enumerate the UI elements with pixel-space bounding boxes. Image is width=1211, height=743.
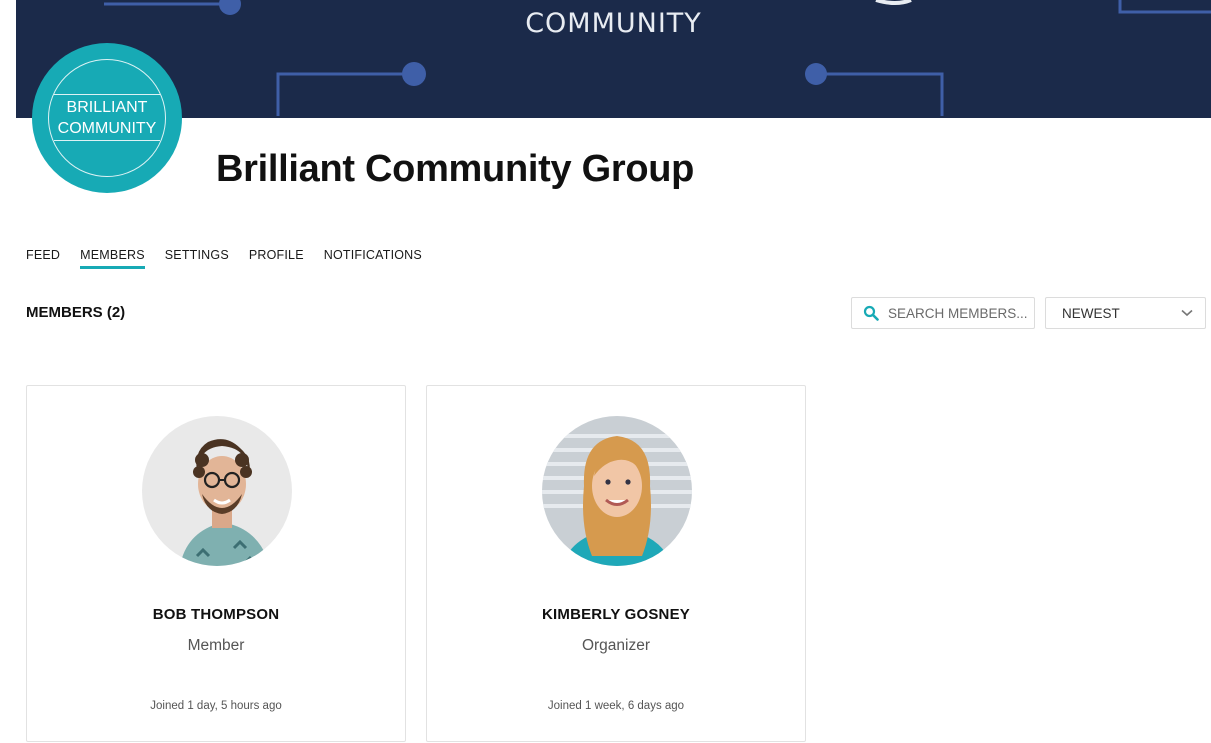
member-card[interactable]: BOB THOMPSON Member Joined 1 day, 5 hour… — [26, 385, 406, 742]
avatar[interactable] — [542, 416, 692, 566]
member-name[interactable]: BOB THOMPSON — [27, 606, 405, 623]
logo-text: BRILLIANT COMMUNITY — [32, 97, 182, 139]
tab-settings[interactable]: SETTINGS — [165, 248, 229, 269]
member-role: Organizer — [581, 637, 651, 654]
sort-selected-value: NEWEST — [1062, 305, 1120, 321]
logo-text-line2: COMMUNITY — [57, 120, 157, 137]
logo-text-line1: BRILLIANT — [66, 99, 148, 116]
banner-text: COMMUNITY — [525, 8, 702, 39]
logo-divider-top — [54, 94, 160, 95]
member-name[interactable]: KIMBERLY GOSNEY — [427, 606, 805, 623]
cover-banner: COMMUNITY — [16, 0, 1211, 118]
member-role: Member — [187, 637, 245, 654]
tab-members[interactable]: MEMBERS — [80, 248, 145, 269]
search-members-box[interactable] — [851, 297, 1035, 329]
tab-profile[interactable]: PROFILE — [249, 248, 304, 269]
search-members-input[interactable] — [888, 305, 1028, 321]
avatar[interactable] — [142, 416, 292, 566]
member-photo — [142, 416, 292, 566]
group-title: Brilliant Community Group — [216, 148, 695, 190]
group-nav-tabs: FEED MEMBERS SETTINGS PROFILE NOTIFICATI… — [26, 248, 442, 269]
logo-divider-bottom — [54, 140, 160, 141]
sort-dropdown[interactable]: NEWEST — [1045, 297, 1206, 329]
tab-feed[interactable]: FEED — [26, 248, 60, 269]
member-joined-date: Joined 1 day, 5 hours ago — [150, 700, 282, 712]
member-card[interactable]: KIMBERLY GOSNEY Organizer Joined 1 week,… — [426, 385, 806, 742]
chevron-down-icon — [1181, 309, 1193, 317]
tab-notifications[interactable]: NOTIFICATIONS — [324, 248, 422, 269]
members-heading: MEMBERS (2) — [26, 304, 126, 321]
member-photo — [542, 416, 692, 566]
search-icon — [863, 305, 879, 321]
group-logo: BRILLIANT COMMUNITY — [32, 43, 182, 193]
member-joined-date: Joined 1 week, 6 days ago — [547, 700, 685, 712]
